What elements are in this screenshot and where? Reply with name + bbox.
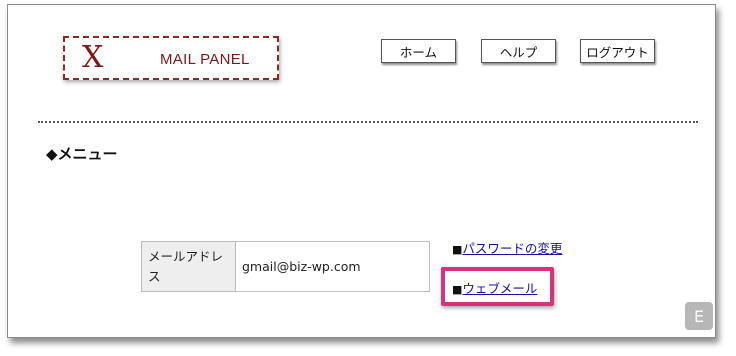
table-row: メールアドレス gmail@biz-wp.com: [141, 241, 430, 292]
change-password-menu-item: ■パスワードの変更: [452, 238, 562, 257]
menu-heading: ◆メニュー: [46, 145, 118, 163]
account-info-table: メールアドレス gmail@biz-wp.com: [141, 241, 430, 292]
square-bullet-icon: ■: [452, 283, 463, 296]
dotted-divider: [38, 121, 698, 123]
logout-button[interactable]: ログアウト: [580, 39, 655, 63]
webmail-link[interactable]: ウェブメール: [462, 281, 537, 296]
change-password-link[interactable]: パスワードの変更: [462, 241, 562, 256]
webmail-menu-item: ■ウェブメール: [452, 278, 537, 297]
help-button[interactable]: ヘルプ: [481, 39, 556, 63]
mail-panel-logo: X MAIL PANEL: [63, 36, 279, 80]
square-bullet-icon: ■: [452, 243, 463, 256]
logo-x-mark: X: [82, 40, 104, 75]
email-address-value: gmail@biz-wp.com: [235, 241, 430, 292]
corner-e-badge: E: [685, 302, 713, 330]
browser-page-frame: X MAIL PANEL ホーム ヘルプ ログアウト ◆メニュー メールアドレス…: [7, 4, 716, 338]
home-button[interactable]: ホーム: [381, 39, 456, 63]
logo-text: MAIL PANEL: [160, 51, 250, 68]
email-address-label: メールアドレス: [141, 241, 236, 292]
